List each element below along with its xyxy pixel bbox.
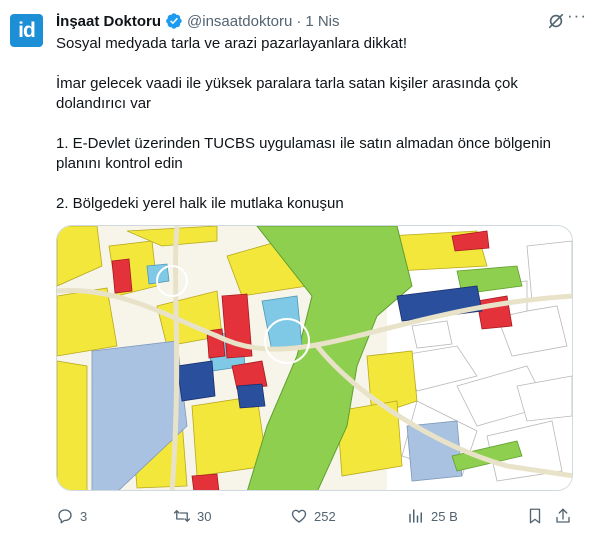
views-button[interactable]: 25 B (407, 506, 458, 526)
avatar-text: id (18, 18, 36, 42)
avatar[interactable]: id (10, 14, 43, 47)
tweet-line: 2. Bölgedeki yerel halk ile mutlaka konu… (56, 195, 344, 212)
repost-count: 30 (197, 508, 212, 524)
tweet-header: İnşaat Doktoru @insaatdoktoru · 1 Nis (56, 11, 583, 31)
repost-button[interactable]: 30 (173, 506, 211, 526)
tweet-media-image[interactable] (56, 225, 573, 491)
repost-icon (173, 510, 191, 522)
heart-icon (291, 509, 307, 523)
like-count: 252 (314, 508, 336, 524)
tweet-time[interactable]: 1 Nis (305, 13, 339, 30)
tweet-line: Sosyal medyada tarla ve arazi pazarlayan… (56, 35, 408, 52)
bookmark-icon (529, 508, 541, 524)
views-count: 25 B (431, 508, 458, 524)
separator-dot: · (296, 12, 302, 30)
reply-icon (58, 509, 72, 524)
tweet-text: Sosyal medyada tarla ve arazi pazarlayan… (56, 34, 581, 214)
zoning-map-illustration (57, 226, 572, 490)
bookmark-button[interactable] (526, 506, 544, 526)
verified-badge-icon (166, 13, 182, 29)
tweet-line: İmar gelecek vaadi ile yüksek paralara t… (56, 75, 518, 112)
grok-icon[interactable] (547, 12, 565, 30)
reply-count: 3 (80, 508, 88, 524)
views-icon (409, 509, 422, 523)
author-handle[interactable]: @insaatdoktoru (187, 13, 292, 30)
tweet-line: 1. E-Devlet üzerinden TUCBS uygulaması i… (56, 135, 551, 172)
like-button[interactable]: 252 (290, 506, 336, 526)
author-name[interactable]: İnşaat Doktoru (56, 13, 161, 30)
more-options-icon[interactable]: ··· (567, 7, 587, 29)
share-icon (556, 508, 570, 523)
action-bar: 3 30 252 25 B (56, 506, 576, 526)
reply-button[interactable]: 3 (56, 506, 87, 526)
share-button[interactable] (554, 506, 572, 526)
tweet[interactable]: id İnşaat Doktoru @insaatdoktoru · 1 Nis… (0, 0, 597, 543)
